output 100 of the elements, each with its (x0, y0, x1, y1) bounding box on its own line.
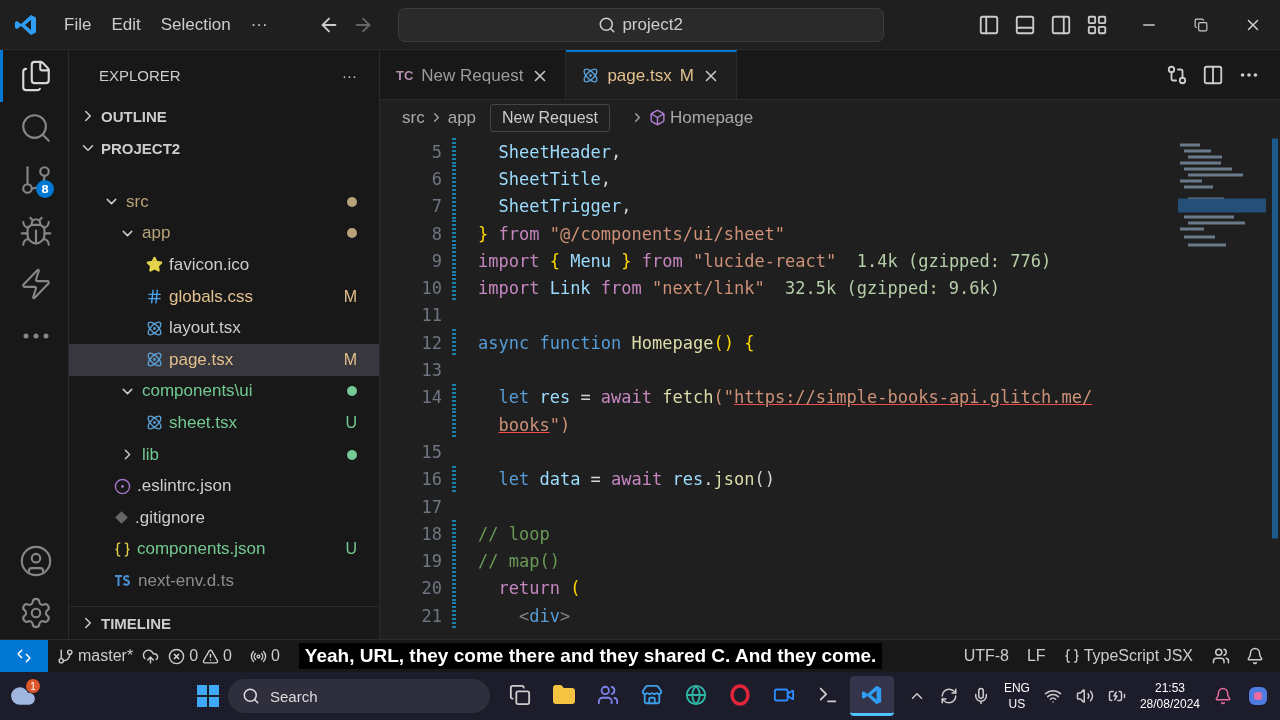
sync-icon[interactable] (939, 687, 958, 705)
section-title: PROJECT2 (101, 139, 181, 157)
folder-row[interactable]: lib (69, 438, 379, 471)
tree-row[interactable]: components.json U (69, 533, 379, 566)
tree-row[interactable]: .gitignore (69, 501, 379, 534)
tree-row[interactable]: layout.tsx (69, 312, 379, 344)
line-number: 19 (420, 551, 442, 572)
bell-icon[interactable] (1214, 687, 1232, 705)
line-number: 17 (420, 496, 442, 517)
code-line: async function Homepage() { (478, 332, 755, 353)
app-icon[interactable] (1246, 684, 1270, 708)
error-count[interactable]: 0 (189, 647, 199, 665)
wifi-icon[interactable] (1043, 687, 1062, 705)
line-number: 8 (430, 223, 442, 244)
file-name: sheet.tsx (169, 412, 238, 433)
code-line: SheetHeader, (497, 141, 622, 162)
code-line: books") (498, 414, 571, 435)
windows-logo-icon[interactable] (196, 684, 220, 708)
line-number: 18 (420, 523, 442, 544)
language-indicator[interactable]: ENG US (1003, 680, 1030, 712)
git-status-label: M (343, 287, 357, 306)
layout-grid-icon[interactable] (1086, 13, 1108, 36)
file-name: .gitignore (135, 507, 205, 528)
command-center-field[interactable]: project2 (397, 7, 884, 42)
file-name: page.tsx (169, 349, 234, 370)
branch-icon[interactable]: 8 (0, 154, 68, 206)
search-icon (242, 687, 260, 705)
line-number: 10 (420, 278, 442, 299)
menu-item[interactable]: Selection (150, 14, 241, 35)
cloud-upload-icon[interactable] (142, 647, 160, 665)
file-name: .eslintrc.json (137, 476, 232, 497)
line-number: 13 (420, 360, 442, 380)
code-line: SheetTitle, (497, 168, 612, 189)
file-name: components.json (137, 539, 266, 560)
menu-item[interactable]: File (54, 14, 102, 35)
volume-icon[interactable] (1075, 687, 1094, 705)
breadcrumb-item[interactable]: app (447, 107, 477, 128)
breadcrumb-item[interactable]: Homepage (670, 107, 754, 128)
braces-icon (1063, 648, 1080, 664)
editor-tab[interactable]: page.tsx M (566, 50, 737, 99)
remote-arrows-icon (15, 647, 33, 665)
clock[interactable]: 21:53 28/08/2024 (1139, 680, 1200, 712)
line-number: 14 (420, 387, 442, 408)
line-number: 9 (430, 250, 442, 271)
menu-item[interactable]: ··· (240, 14, 278, 35)
line-number: 12 (420, 332, 442, 353)
star-icon (146, 256, 163, 274)
tree-row[interactable]: .eslintrc.json (69, 470, 379, 502)
atom-icon (146, 319, 163, 337)
branch-icon (57, 647, 74, 665)
file-name: next-env.d.ts (138, 570, 235, 591)
tree-row[interactable]: globals.css M (69, 280, 379, 313)
file-name: globals.css (169, 286, 254, 307)
git-status-label: M (679, 65, 694, 86)
notification-badge: 1 (26, 679, 40, 693)
more-actions-button[interactable]: ··· (342, 66, 357, 84)
folder-row[interactable]: app (69, 217, 379, 250)
folder-row[interactable]: src (69, 186, 379, 218)
file-name: favicon.ico (169, 255, 250, 275)
panel-layout-icon[interactable] (1014, 13, 1036, 36)
section-header[interactable]: PROJECT2 (69, 132, 379, 164)
code-editor-icon[interactable] (850, 676, 894, 716)
cube-icon (649, 109, 667, 126)
line-number: 6 (430, 168, 442, 189)
taskbar-search-field[interactable]: Search (228, 679, 490, 713)
folder-row[interactable]: components\ui (69, 375, 379, 408)
line-number: 16 (420, 469, 442, 490)
branch-name[interactable]: master* (78, 647, 134, 665)
line-number: 7 (430, 196, 442, 217)
tree-row[interactable]: sheet.tsx U (69, 407, 379, 439)
line-number: 21 (420, 605, 442, 626)
atom-icon (146, 351, 163, 369)
people-icon[interactable] (1212, 647, 1230, 665)
tooltip: New Request (490, 104, 611, 132)
section-title: OUTLINE (101, 107, 167, 125)
restore-icon[interactable] (1194, 17, 1208, 32)
section-header[interactable]: OUTLINE (69, 100, 379, 132)
language-button[interactable]: TypeScript JSX (1083, 647, 1193, 665)
breadcrumb-item[interactable]: src (402, 107, 425, 128)
encoding-button[interactable]: UTF-8 (954, 647, 1018, 665)
git-status-label: M (343, 350, 357, 369)
braces-icon (114, 540, 131, 558)
line-number: 15 (420, 441, 442, 462)
code-line: // loop (478, 523, 550, 544)
warning-icon (202, 647, 220, 665)
tab-label: page.tsx (607, 65, 672, 86)
ts-file-icon (114, 573, 132, 588)
sidebar-layout-icon[interactable] (978, 13, 1000, 36)
tree-row[interactable]: page.tsx M (69, 343, 379, 376)
secondary-sidebar-icon[interactable] (1050, 13, 1072, 36)
ports-count[interactable]: 0 (270, 647, 280, 665)
tree-row[interactable]: next-env.d.ts (69, 565, 379, 597)
tree-row[interactable]: favicon.ico (69, 249, 379, 281)
line-number: 5 (430, 141, 442, 162)
line-ending-button[interactable]: LF (1017, 647, 1055, 665)
compare-icon[interactable] (1166, 63, 1188, 86)
split-editor-icon[interactable] (1202, 63, 1224, 86)
warning-count[interactable]: 0 (223, 647, 232, 665)
bell-icon[interactable] (1246, 647, 1264, 665)
menu-item[interactable]: Edit (101, 14, 151, 35)
